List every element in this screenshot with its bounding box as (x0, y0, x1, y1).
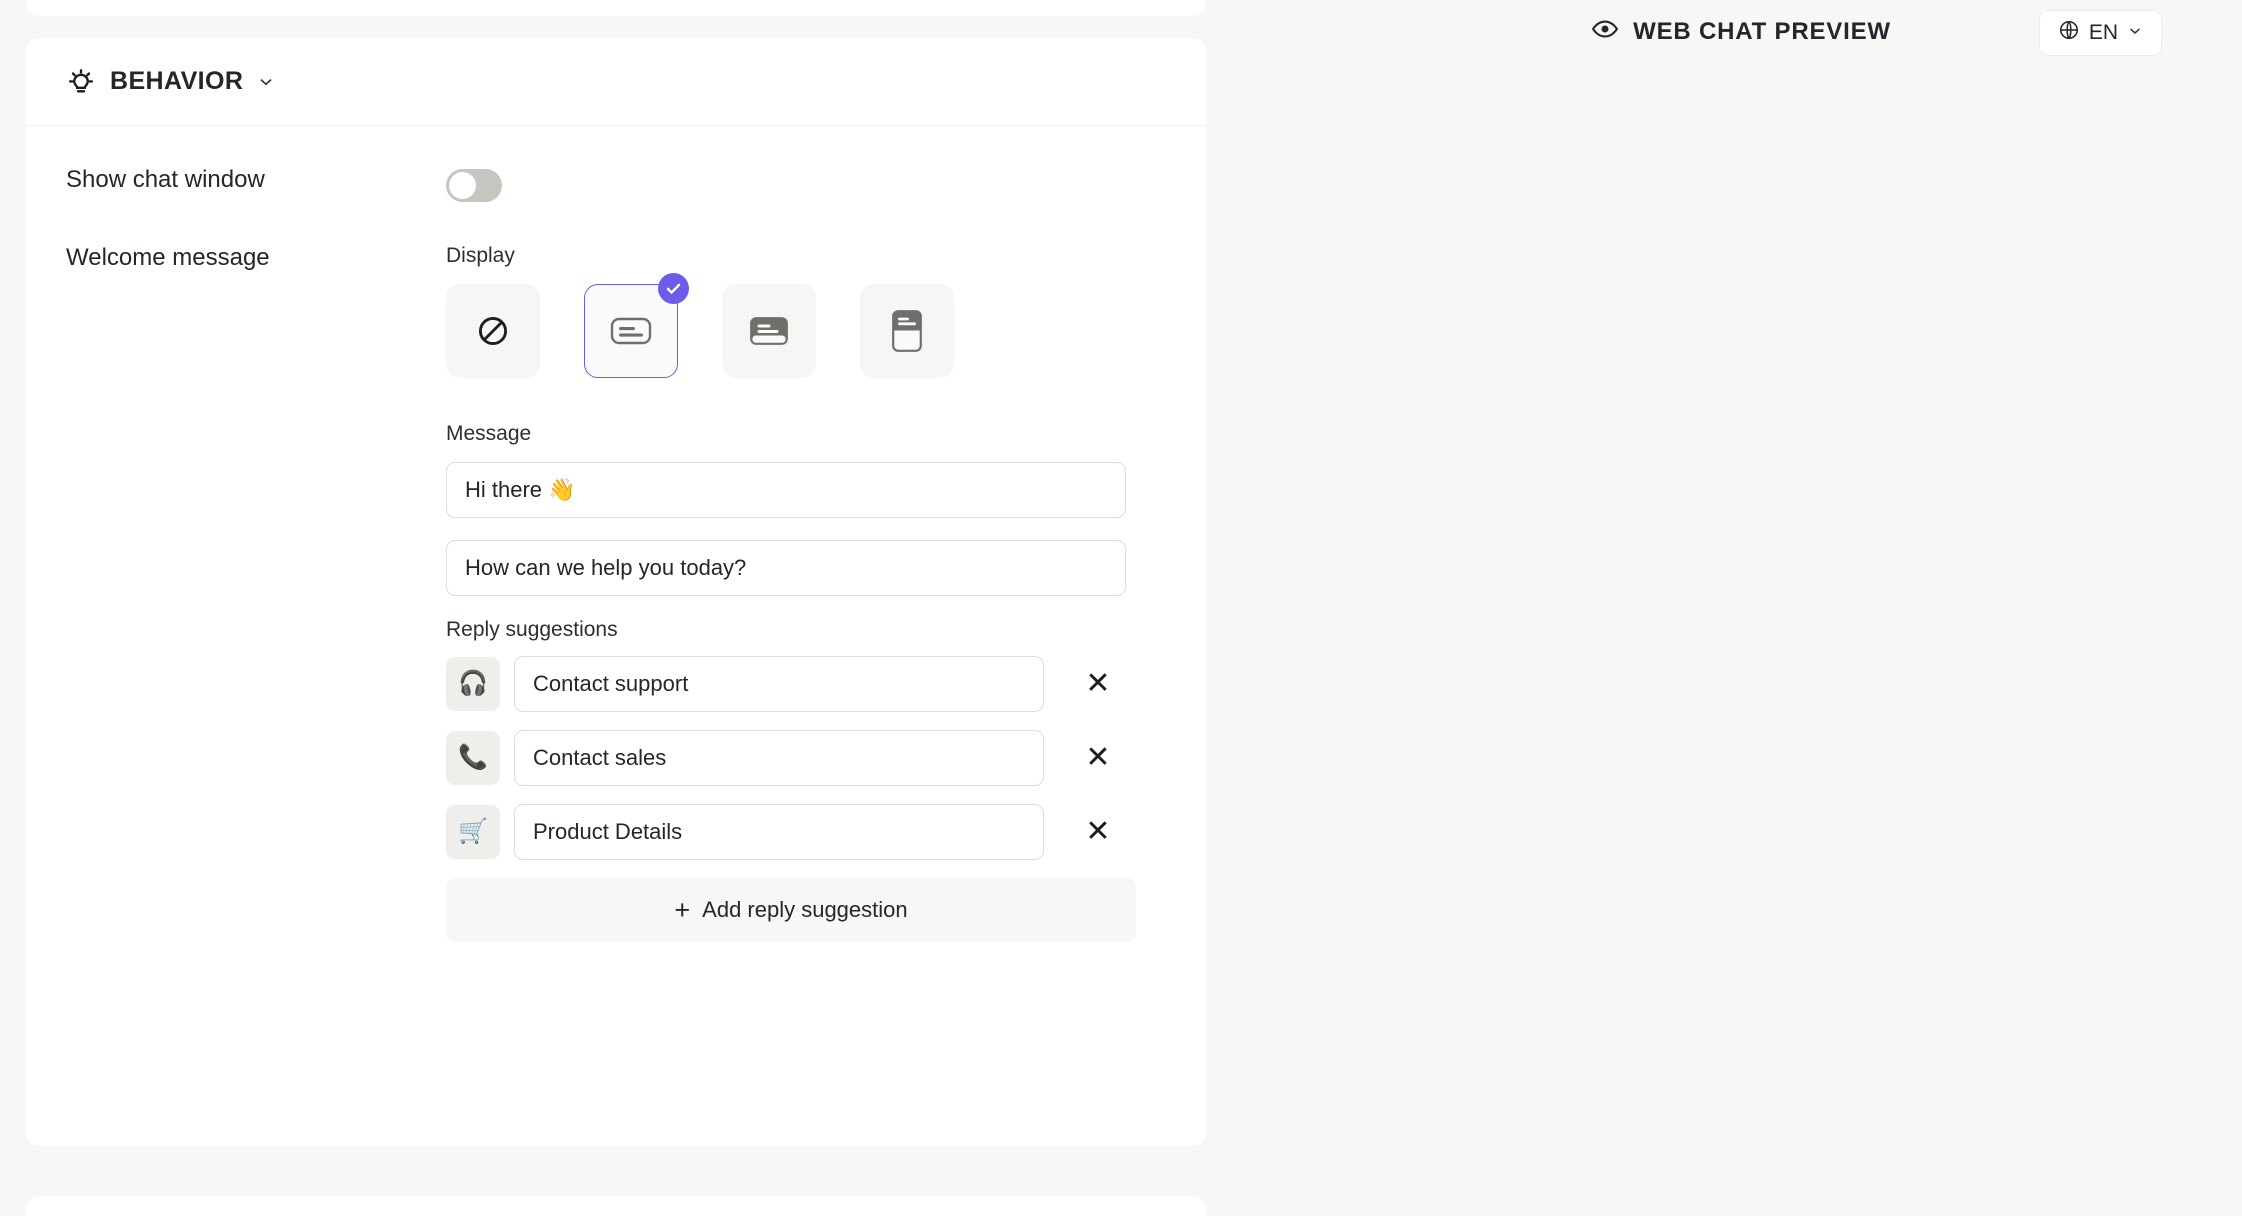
remove-suggestion-button[interactable]: ✕ (1078, 738, 1118, 778)
preview-title: WEB CHAT PREVIEW (1633, 18, 1891, 45)
app-root: BEHAVIOR Show chat window Welcome messag… (0, 0, 2242, 1216)
message-line1-input[interactable]: Hi there 👋 (446, 462, 1126, 518)
remove-suggestion-button[interactable]: ✕ (1078, 812, 1118, 852)
selected-check-badge (658, 273, 689, 304)
behavior-body: Show chat window Welcome message Display (26, 126, 1206, 942)
preview-title-group: WEB CHAT PREVIEW (1591, 15, 1891, 50)
reply-suggestion-input[interactable]: Contact support (514, 656, 1044, 712)
add-reply-suggestion-button[interactable]: + Add reply suggestion (446, 878, 1136, 942)
add-reply-suggestion-label: Add reply suggestion (702, 897, 908, 922)
remove-suggestion-button[interactable]: ✕ (1078, 664, 1118, 704)
reply-suggestion-input[interactable]: Product Details (514, 804, 1044, 860)
bubble-icon (610, 314, 652, 348)
eye-icon (1591, 15, 1619, 50)
globe-icon (2058, 19, 2080, 47)
preview-column: WEB CHAT PREVIEW EN (1240, 0, 2242, 1216)
reply-suggestion-row: 🎧 Contact support ✕ (446, 656, 1146, 712)
next-panel-sliver (26, 1196, 1206, 1216)
settings-column: BEHAVIOR Show chat window Welcome messag… (0, 0, 1240, 1216)
display-option-panel[interactable] (860, 284, 954, 378)
show-chat-window-label: Show chat window (66, 166, 265, 193)
display-option-none[interactable] (446, 284, 540, 378)
display-option-card[interactable] (722, 284, 816, 378)
show-chat-window-row: Show chat window (26, 166, 1206, 202)
reply-suggestions-label: Reply suggestions (446, 618, 618, 641)
toggle-knob (449, 172, 476, 199)
message-label: Message (446, 422, 532, 445)
language-selector[interactable]: EN (2038, 10, 2162, 56)
display-option-bubble[interactable] (584, 273, 689, 378)
reply-suggestion-row: 📞 Contact sales ✕ (446, 730, 1146, 786)
display-label: Display (446, 244, 515, 267)
previous-panel-sliver (26, 0, 1206, 16)
panel-icon (891, 309, 923, 353)
behavior-header[interactable]: BEHAVIOR (26, 38, 1206, 126)
preview-header: WEB CHAT PREVIEW EN (1240, 0, 2242, 64)
cart-icon[interactable]: 🛒 (446, 805, 500, 859)
reply-suggestion-row: 🛒 Product Details ✕ (446, 804, 1146, 860)
chevron-down-icon (2127, 21, 2143, 45)
reply-suggestion-input[interactable]: Contact sales (514, 730, 1044, 786)
headphone-icon[interactable]: 🎧 (446, 657, 500, 711)
show-chat-window-toggle[interactable] (446, 169, 502, 202)
plus-icon: + (674, 894, 691, 925)
lightbulb-icon (66, 67, 96, 97)
display-options (446, 273, 1146, 378)
none-icon (475, 313, 511, 349)
welcome-message-label: Welcome message (66, 244, 270, 271)
welcome-message-row: Welcome message Display Message Hi there… (26, 202, 1206, 942)
message-line2-input[interactable]: How can we help you today? (446, 540, 1126, 596)
page-title: BEHAVIOR (110, 67, 244, 95)
phone-icon[interactable]: 📞 (446, 731, 500, 785)
chevron-down-icon[interactable] (257, 73, 275, 91)
welcome-message-settings: Display Message Hi there 👋 How can we he… (446, 244, 1206, 942)
language-value: EN (2088, 21, 2118, 44)
behavior-panel: BEHAVIOR Show chat window Welcome messag… (26, 38, 1206, 1146)
card-icon (749, 314, 789, 348)
